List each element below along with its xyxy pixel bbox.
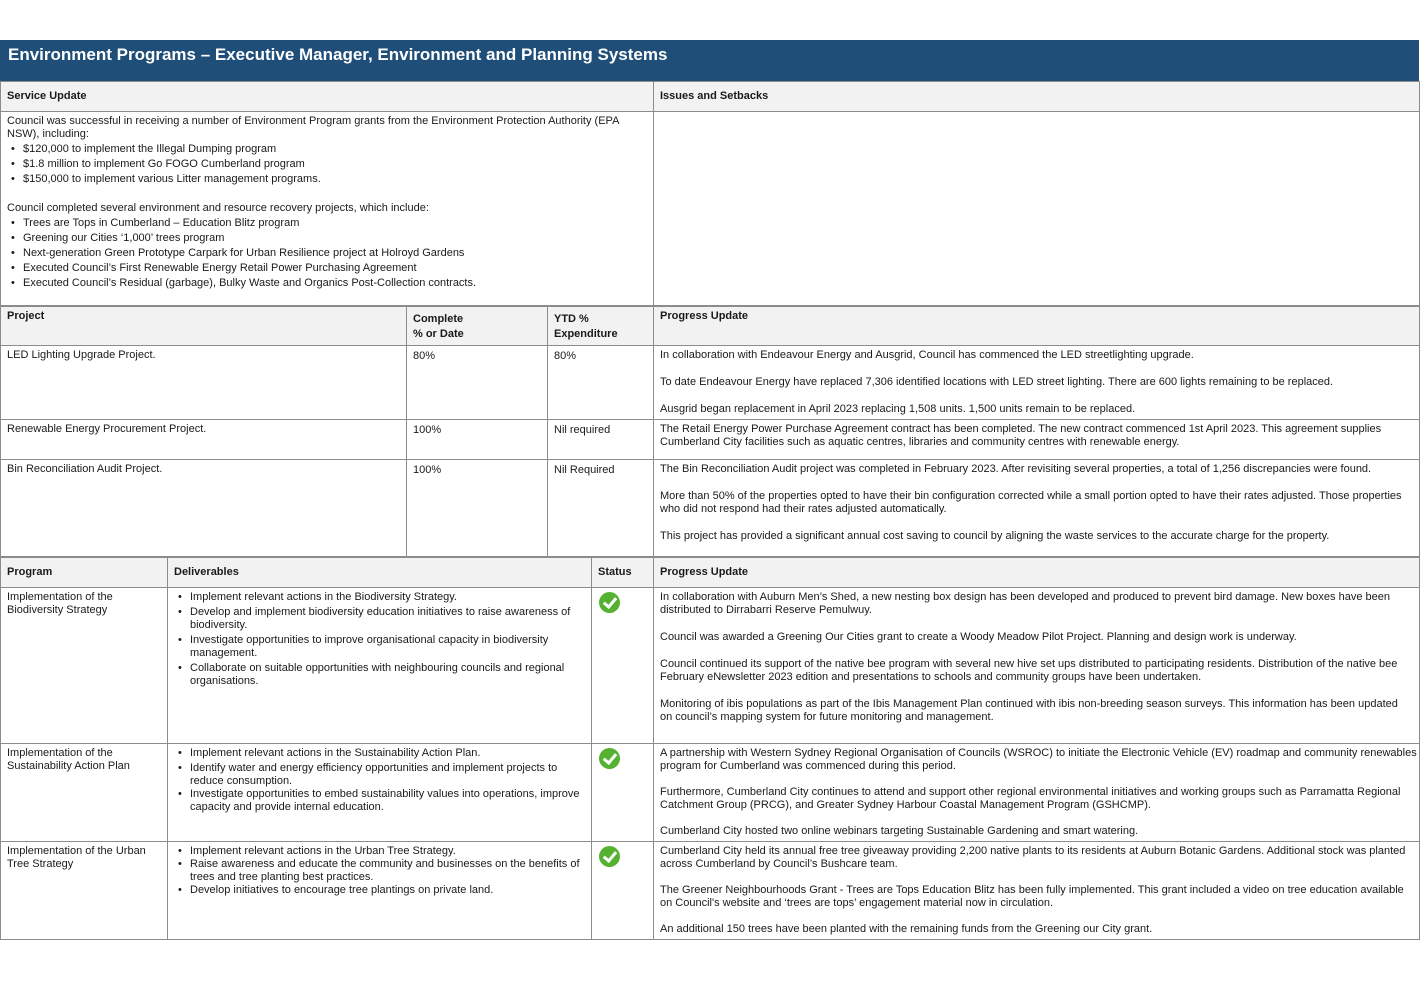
program-name: Implementation of the Biodiversity Strat… (0, 587, 168, 744)
complete-header-line2: % or Date (413, 328, 464, 340)
project-ytd: 80% (547, 345, 654, 420)
progress-paragraph: The Greener Neighbourhoods Grant - Trees… (660, 884, 1404, 909)
list-item: Trees are Tops in Cumberland – Education… (7, 217, 647, 230)
project-complete: 100% (406, 459, 548, 557)
list-item: $120,000 to implement the Illegal Dumpin… (7, 143, 647, 156)
check-circle-icon (599, 748, 620, 769)
program-status (591, 743, 654, 842)
progress-paragraph: This project has provided a significant … (660, 530, 1330, 542)
report-page: Environment Programs – Executive Manager… (0, 40, 1420, 940)
issues-setbacks-header: Issues and Setbacks (653, 81, 1420, 112)
status-header: Status (591, 557, 654, 588)
service-update-cell: Council was successful in receiving a nu… (0, 111, 654, 306)
table-row: Implementation of the Urban Tree Strateg… (0, 841, 1420, 940)
table-row: Renewable Energy Procurement Project. 10… (0, 419, 1420, 460)
complete-header: Complete % or Date (406, 306, 548, 346)
program-status (591, 841, 654, 940)
project-ytd: Nil Required (547, 459, 654, 557)
program-deliverables: Implement relevant actions in the Biodiv… (167, 587, 592, 744)
ytd-header-line2: Expenditure (554, 328, 618, 340)
progress-paragraph: The Retail Energy Power Purchase Agreeme… (660, 423, 1382, 448)
list-item: Identify water and energy efficiency opp… (174, 762, 585, 788)
project-header: Project (0, 306, 407, 346)
list-item: Executed Council’s Residual (garbage), B… (7, 277, 647, 290)
project-progress: In collaboration with Endeavour Energy a… (653, 345, 1420, 420)
progress-paragraph: Cumberland City held its annual free tre… (660, 845, 1406, 870)
project-name: Renewable Energy Procurement Project. (0, 419, 407, 460)
project-name: LED Lighting Upgrade Project. (0, 345, 407, 420)
list-item: Investigate opportunities to embed susta… (174, 788, 585, 814)
project-complete: 100% (406, 419, 548, 460)
table-row: Implementation of the Sustainability Act… (0, 743, 1420, 842)
deliverables-header: Deliverables (167, 557, 592, 588)
list-item: Implement relevant actions in the Sustai… (174, 747, 585, 760)
table-row: Implementation of the Biodiversity Strat… (0, 587, 1420, 744)
program-progress: Cumberland City held its annual free tre… (653, 841, 1420, 940)
progress-paragraph: In collaboration with Auburn Men’s Shed,… (660, 591, 1390, 616)
progress-paragraph: Ausgrid began replacement in April 2023 … (660, 403, 1136, 415)
service-update-header: Service Update (0, 81, 654, 112)
list-item: $150,000 to implement various Litter man… (7, 173, 647, 186)
program-status (591, 587, 654, 744)
list-item: $1.8 million to implement Go FOGO Cumber… (7, 158, 647, 171)
progress-paragraph: Furthermore, Cumberland City continues t… (660, 786, 1401, 811)
deliverables-list: Implement relevant actions in the Sustai… (174, 747, 585, 814)
project-ytd: Nil required (547, 419, 654, 460)
list-item: Develop initiatives to encourage tree pl… (174, 884, 585, 897)
program-name: Implementation of the Urban Tree Strateg… (0, 841, 168, 940)
table-row: LED Lighting Upgrade Project. 80% 80% In… (0, 345, 1420, 420)
ytd-header-line1: YTD % (554, 313, 589, 325)
check-circle-icon (599, 592, 620, 613)
progress-paragraph: More than 50% of the properties opted to… (660, 490, 1402, 515)
grants-list: $120,000 to implement the Illegal Dumpin… (7, 143, 647, 186)
progress-paragraph: To date Endeavour Energy have replaced 7… (660, 376, 1334, 388)
service-table: Service Update Issues and Setbacks Counc… (0, 81, 1420, 306)
project-progress: The Bin Reconciliation Audit project was… (653, 459, 1420, 557)
progress-update-header: Progress Update (653, 306, 1420, 346)
complete-header-line1: Complete (413, 313, 464, 325)
service-intro-2: Council completed several environment an… (7, 202, 429, 214)
projects-completed-list: Trees are Tops in Cumberland – Education… (7, 217, 647, 290)
progress-paragraph: Monitoring of ibis populations as part o… (660, 698, 1398, 723)
list-item: Greening our Cities ‘1,000’ trees progra… (7, 232, 647, 245)
list-item: Executed Council’s First Renewable Energ… (7, 262, 647, 275)
deliverables-list: Implement relevant actions in the Urban … (174, 845, 585, 897)
program-name: Implementation of the Sustainability Act… (0, 743, 168, 842)
service-intro-1: Council was successful in receiving a nu… (7, 115, 619, 140)
progress-paragraph: A partnership with Western Sydney Region… (660, 747, 1417, 772)
deliverables-list: Implement relevant actions in the Biodiv… (174, 591, 585, 688)
list-item: Implement relevant actions in the Biodiv… (174, 591, 585, 604)
program-deliverables: Implement relevant actions in the Urban … (167, 841, 592, 940)
table-row: Bin Reconciliation Audit Project. 100% N… (0, 459, 1420, 557)
page-title: Environment Programs – Executive Manager… (0, 40, 1419, 81)
ytd-header: YTD % Expenditure (547, 306, 654, 346)
progress-paragraph: In collaboration with Endeavour Energy a… (660, 349, 1194, 361)
progress-paragraph: An additional 150 trees have been plante… (660, 923, 1153, 935)
program-progress: A partnership with Western Sydney Region… (653, 743, 1420, 842)
list-item: Raise awareness and educate the communit… (174, 858, 585, 884)
list-item: Collaborate on suitable opportunities wi… (174, 662, 585, 688)
progress-paragraph: Council continued its support of the nat… (660, 658, 1398, 683)
project-complete: 80% (406, 345, 548, 420)
progress-paragraph: The Bin Reconciliation Audit project was… (660, 463, 1372, 475)
program-header: Program (0, 557, 168, 588)
program-progress: In collaboration with Auburn Men’s Shed,… (653, 587, 1420, 744)
projects-table: Project Complete % or Date YTD % Expendi… (0, 306, 1420, 557)
progress-update-header: Progress Update (653, 557, 1420, 588)
list-item: Investigate opportunities to improve org… (174, 634, 585, 660)
issues-setbacks-cell (653, 111, 1420, 306)
project-name: Bin Reconciliation Audit Project. (0, 459, 407, 557)
programs-table: Program Deliverables Status Progress Upd… (0, 557, 1420, 940)
progress-paragraph: Council was awarded a Greening Our Citie… (660, 631, 1297, 643)
list-item: Implement relevant actions in the Urban … (174, 845, 585, 858)
list-item: Develop and implement biodiversity educa… (174, 606, 585, 632)
progress-paragraph: Cumberland City hosted two online webina… (660, 825, 1139, 837)
list-item: Next-generation Green Prototype Carpark … (7, 247, 647, 260)
project-progress: The Retail Energy Power Purchase Agreeme… (653, 419, 1420, 460)
check-circle-icon (599, 846, 620, 867)
program-deliverables: Implement relevant actions in the Sustai… (167, 743, 592, 842)
